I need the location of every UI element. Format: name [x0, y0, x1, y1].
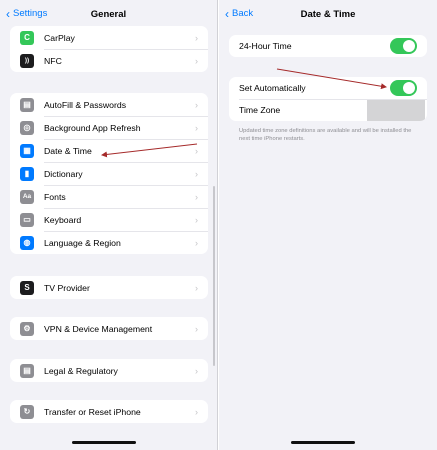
- annotation-arrow-set-automatically: [276, 68, 387, 90]
- annotation-arrow-date-time: [101, 143, 198, 158]
- annotation-arrows: [101, 68, 387, 158]
